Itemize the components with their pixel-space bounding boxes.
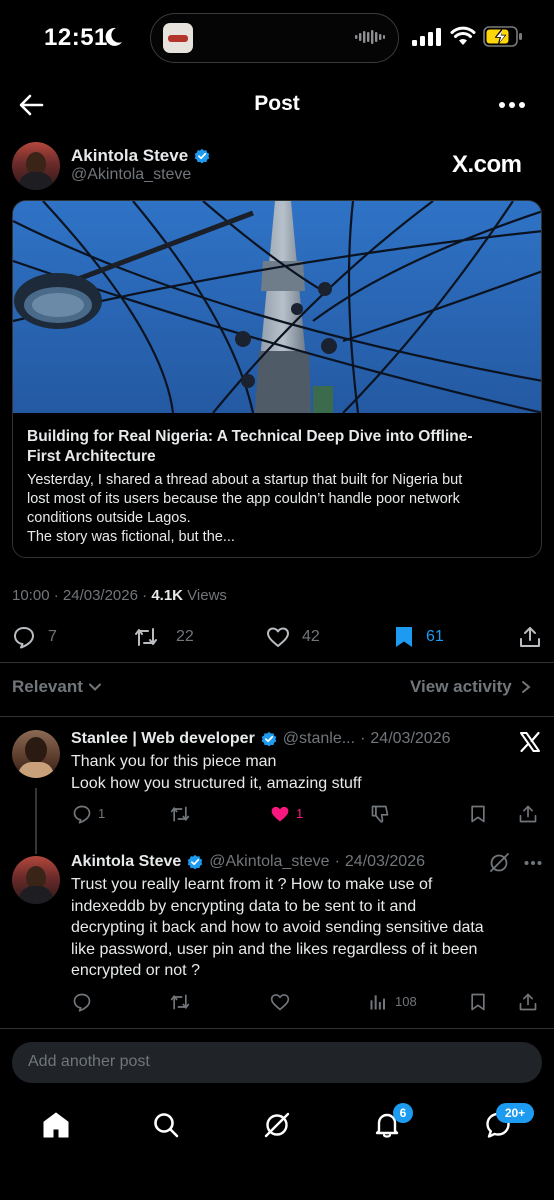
reply-text: Thank you for this piece man Look how yo… xyxy=(71,753,362,792)
bookmark-icon[interactable] xyxy=(468,992,488,1012)
article-excerpt: Yesterday, I shared a thread about a sta… xyxy=(27,472,463,545)
views-analytics-icon[interactable] xyxy=(368,992,388,1012)
reply-author-name[interactable]: Akintola Steve xyxy=(71,853,181,871)
reply-author-name[interactable]: Stanlee | Web developer xyxy=(71,730,255,748)
messages-badge: 20+ xyxy=(496,1103,534,1123)
repost-icon[interactable] xyxy=(134,625,158,649)
bookmark-icon[interactable] xyxy=(468,804,488,824)
verified-badge-icon xyxy=(194,148,210,164)
search-icon[interactable] xyxy=(152,1111,180,1139)
grok-icon[interactable] xyxy=(263,1111,291,1139)
wifi-icon xyxy=(450,26,476,45)
home-icon[interactable] xyxy=(42,1111,70,1139)
divider xyxy=(0,662,554,663)
share-icon[interactable] xyxy=(518,992,538,1012)
share-icon[interactable] xyxy=(518,625,542,649)
reply-text: Trust you really learnt from it ? How to… xyxy=(71,876,484,979)
liked-heart-icon[interactable] xyxy=(270,804,290,824)
views-count: 108 xyxy=(395,994,417,1009)
more-options-icon[interactable] xyxy=(524,860,542,866)
views-label[interactable]: Views xyxy=(187,587,227,604)
page-title: Post xyxy=(254,92,300,115)
author-name[interactable]: Akintola Steve xyxy=(71,146,188,166)
x-logo-icon xyxy=(520,731,540,753)
reply-date: 24/03/2026 xyxy=(344,853,425,870)
downvote-icon[interactable] xyxy=(370,804,390,824)
chevron-right-icon xyxy=(521,681,531,693)
chevron-down-icon xyxy=(88,683,101,691)
article-card[interactable]: Building for Real Nigeria: A Technical D… xyxy=(12,200,542,558)
author-avatar[interactable] xyxy=(12,142,60,190)
reply-header: Stanlee | Web developer @stanle... · 24/… xyxy=(71,730,451,748)
live-activity-app-icon[interactable] xyxy=(163,23,193,53)
reply-composer[interactable]: Add another post xyxy=(12,1042,542,1083)
grok-icon[interactable] xyxy=(488,852,510,874)
reply-avatar[interactable] xyxy=(12,856,60,904)
divider xyxy=(0,716,554,717)
verified-badge-icon xyxy=(261,731,277,747)
repost-icon[interactable] xyxy=(170,804,190,824)
more-options-icon[interactable] xyxy=(498,101,526,109)
reply-avatar[interactable] xyxy=(12,730,60,778)
reply-date: 24/03/2026 xyxy=(370,730,451,747)
cellular-signal-icon xyxy=(412,28,441,46)
thread-line xyxy=(35,788,37,854)
reply-icon[interactable] xyxy=(72,804,92,824)
like-heart-icon[interactable] xyxy=(266,625,290,649)
like-count: 1 xyxy=(296,806,304,821)
post-date: 24/03/2026 xyxy=(62,587,138,604)
author-handle[interactable]: @Akintola_steve xyxy=(71,166,191,184)
article-title[interactable]: Building for Real Nigeria: A Technical D… xyxy=(27,427,527,467)
post-meta: 10:00 · 24/03/2026 · 4.1K Views xyxy=(12,587,227,604)
bookmark-filled-icon[interactable] xyxy=(392,625,416,649)
source-label: X.com xyxy=(452,151,522,178)
composer-placeholder: Add another post xyxy=(28,1053,150,1070)
reply-icon[interactable] xyxy=(72,992,92,1012)
post-time: 10:00 xyxy=(12,587,50,604)
audio-waveform-icon xyxy=(355,30,385,44)
status-time: 12:51 xyxy=(44,24,108,51)
article-cover-image xyxy=(13,201,541,413)
notifications-badge: 6 xyxy=(393,1103,413,1123)
reply-header: Akintola Steve @Akintola_steve · 24/03/2… xyxy=(71,853,425,871)
repost-count: 22 xyxy=(176,628,194,645)
reply-count: 1 xyxy=(98,806,106,821)
views-count: 4.1K xyxy=(151,587,183,604)
sort-dropdown[interactable]: Relevant xyxy=(12,677,102,697)
verified-badge-icon xyxy=(187,854,203,870)
bookmark-count: 61 xyxy=(426,628,444,645)
do-not-disturb-moon-icon xyxy=(105,27,122,46)
divider xyxy=(0,1028,554,1029)
reply-count: 7 xyxy=(48,628,57,645)
battery-charging-icon xyxy=(483,26,522,47)
share-icon[interactable] xyxy=(518,804,538,824)
author-name-row[interactable]: Akintola Steve xyxy=(71,146,211,166)
repost-icon[interactable] xyxy=(170,992,190,1012)
like-heart-icon[interactable] xyxy=(270,992,290,1012)
reply-icon[interactable] xyxy=(12,625,36,649)
reply-author-handle[interactable]: @stanle... xyxy=(283,730,355,748)
view-activity-link[interactable]: View activity xyxy=(410,677,532,697)
like-count: 42 xyxy=(302,628,320,645)
reply-author-handle[interactable]: @Akintola_steve xyxy=(209,853,329,871)
